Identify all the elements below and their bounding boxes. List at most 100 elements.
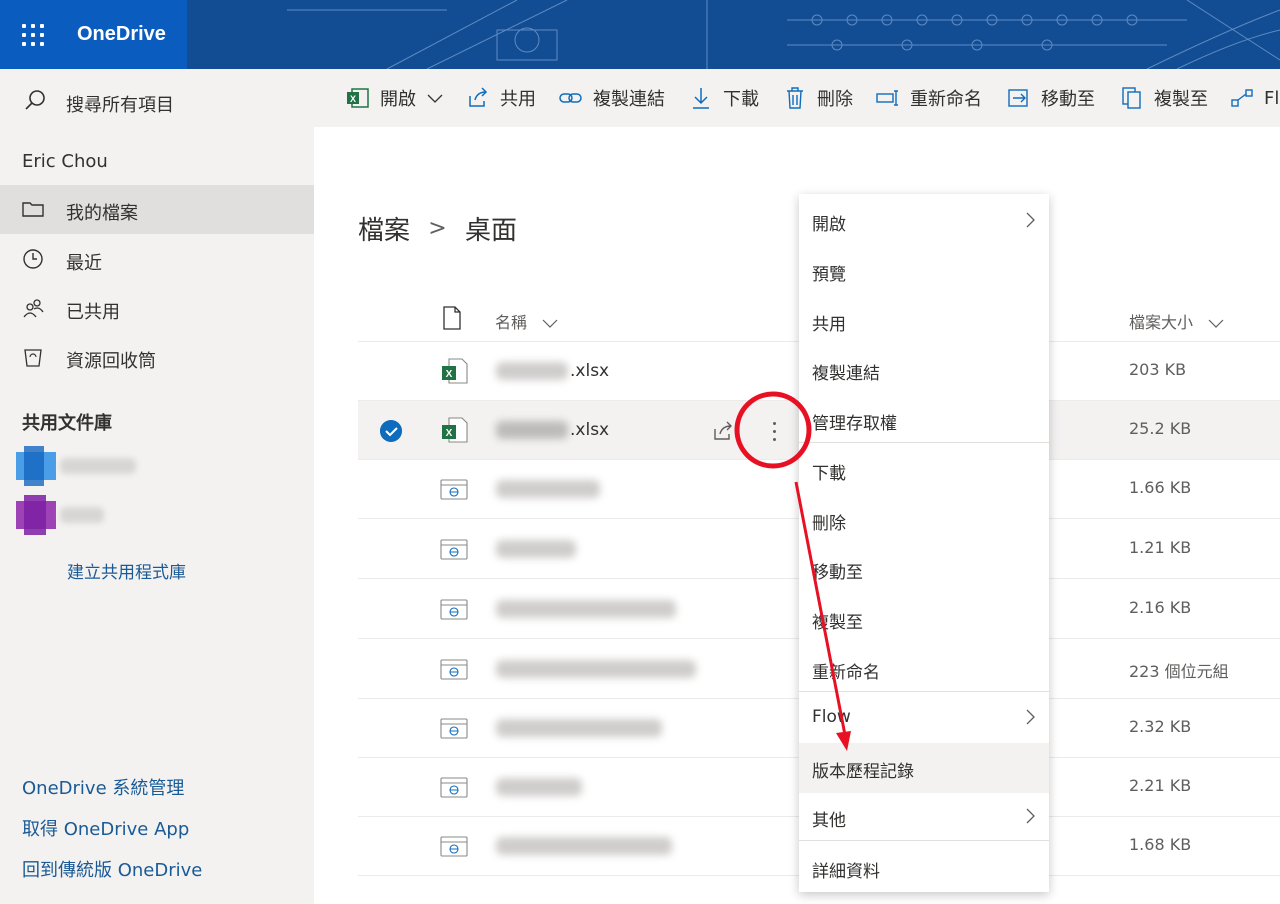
get-app-link[interactable]: 取得 OneDrive App [22,815,189,841]
more-actions-icon[interactable] [766,417,782,445]
share-button[interactable]: 共用 [466,86,536,110]
menu-item-rename[interactable]: 重新命名 [799,644,1049,694]
file-name-redacted [496,480,600,498]
nav-item-shared[interactable]: 已共用 [0,284,314,333]
web-file-icon [440,659,468,680]
menu-item-label: Flow [812,707,851,727]
file-name-redacted [496,660,696,678]
menu-item-manage-access[interactable]: 管理存取權 [799,395,1049,445]
menu-item-share[interactable]: 共用 [799,296,1049,346]
context-menu: 開啟 預覽 共用 複製連結 管理存取權 下載 刪除 移動至 複製至 重新命名 F… [799,194,1049,892]
file-size: 2.32 KB [1129,717,1192,736]
classic-onedrive-link[interactable]: 回到傳統版 OneDrive [22,856,202,882]
excel-icon: X [347,88,369,108]
nav-item-recycle-bin[interactable]: 資源回收筒 [0,333,314,382]
copy-to-button[interactable]: 複製至 [1120,86,1208,110]
file-name-redacted [496,837,672,855]
svg-text:X: X [350,94,356,104]
menu-item-open[interactable]: 開啟 [799,196,1049,246]
create-library-link[interactable]: 建立共用程式庫 [67,558,186,583]
copy-link-label: 複製連結 [593,89,665,110]
menu-item-more[interactable]: 其他 [799,792,1049,842]
nav-item-my-files[interactable]: 我的檔案 [0,185,314,234]
file-size: 25.2 KB [1129,419,1192,438]
flow-button[interactable]: Fl [1230,86,1279,110]
menu-item-delete[interactable]: 刪除 [799,495,1049,545]
move-to-button[interactable]: 移動至 [1007,86,1095,110]
app-header: OneDrive [0,0,1280,69]
file-size: 203 KB [1129,360,1187,379]
file-size: 2.21 KB [1129,776,1192,795]
svg-text:X: X [446,428,453,439]
copy-icon [1122,87,1141,109]
download-button[interactable]: 下載 [689,86,759,110]
link-icon [559,93,582,103]
nav-item-label: 最近 [66,253,102,274]
menu-item-label: 管理存取權 [812,414,897,434]
column-header-name[interactable]: 名稱 [495,309,558,333]
shared-libraries-title: 共用文件庫 [22,413,112,434]
file-extension: .xlsx [570,420,610,440]
library-avatar [16,495,56,535]
menu-item-label: 複製至 [812,613,863,633]
menu-item-download[interactable]: 下載 [799,445,1049,495]
menu-item-label: 預覽 [812,265,846,285]
rename-button[interactable]: 重新命名 [876,86,982,110]
shared-library-item[interactable] [16,495,136,535]
admin-link[interactable]: OneDrive 系統管理 [22,774,184,800]
file-extension: .xlsx [570,361,610,381]
file-size: 223 個位元組 [1129,662,1229,681]
delete-label: 刪除 [817,89,853,110]
menu-item-label: 共用 [812,315,846,335]
menu-item-copy-link[interactable]: 複製連結 [799,345,1049,395]
move-to-label: 移動至 [1041,89,1095,110]
file-type-header-icon[interactable] [442,306,462,330]
shared-library-item[interactable] [16,446,136,486]
menu-item-move-to[interactable]: 移動至 [799,544,1049,594]
file-name-redacted [496,540,576,558]
share-label: 共用 [500,89,536,110]
file-name-redacted [496,600,676,618]
rename-label: 重新命名 [910,89,982,110]
menu-item-preview[interactable]: 預覽 [799,246,1049,296]
web-file-icon [440,479,468,500]
menu-item-label: 開啟 [812,215,846,235]
user-name: Eric Chou [22,151,108,172]
nav-item-recent[interactable]: 最近 [0,235,314,284]
web-file-icon [440,539,468,560]
chevron-right-icon [1026,709,1035,725]
chevron-down-icon [1208,319,1224,328]
checkmark-icon[interactable] [380,420,402,442]
menu-item-label: 複製連結 [812,364,880,384]
column-header-size-label: 檔案大小 [1129,313,1194,332]
flow-icon [1231,89,1253,107]
file-name-redacted [496,421,568,439]
open-button[interactable]: X 開啟 [346,86,444,110]
library-name-redacted [60,507,104,523]
menu-item-label: 詳細資料 [812,862,880,882]
menu-item-version-history[interactable]: 版本歷程記錄 [799,743,1049,793]
chevron-right-icon [1026,212,1035,228]
menu-item-label: 版本歷程記錄 [812,762,914,782]
copy-link-button[interactable]: 複製連結 [559,86,665,110]
column-header-size[interactable]: 檔案大小 [1129,309,1224,333]
file-size: 1.68 KB [1129,835,1192,854]
file-name-redacted [496,719,662,737]
search-box[interactable]: 搜尋所有項目 [0,69,314,127]
delete-button[interactable]: 刪除 [783,86,853,110]
search-placeholder: 搜尋所有項目 [66,95,174,116]
menu-item-details[interactable]: 詳細資料 [799,843,1049,893]
menu-item-flow[interactable]: Flow [799,693,1049,743]
people-icon [23,299,44,318]
menu-item-copy-to[interactable]: 複製至 [799,594,1049,644]
folder-icon [22,202,44,217]
menu-item-label: 重新命名 [812,663,880,683]
recycle-bin-icon [24,349,42,367]
app-launcher-icon[interactable] [22,24,44,46]
breadcrumb-root[interactable]: 檔案 [358,216,410,246]
share-icon[interactable] [712,420,734,442]
left-nav: 搜尋所有項目 Eric Chou 我的檔案 最近 已共用 資源回收筒 共用文件庫 [0,69,314,904]
open-label: 開啟 [380,89,416,110]
rename-icon [876,90,898,106]
app-title[interactable]: OneDrive [77,23,166,46]
